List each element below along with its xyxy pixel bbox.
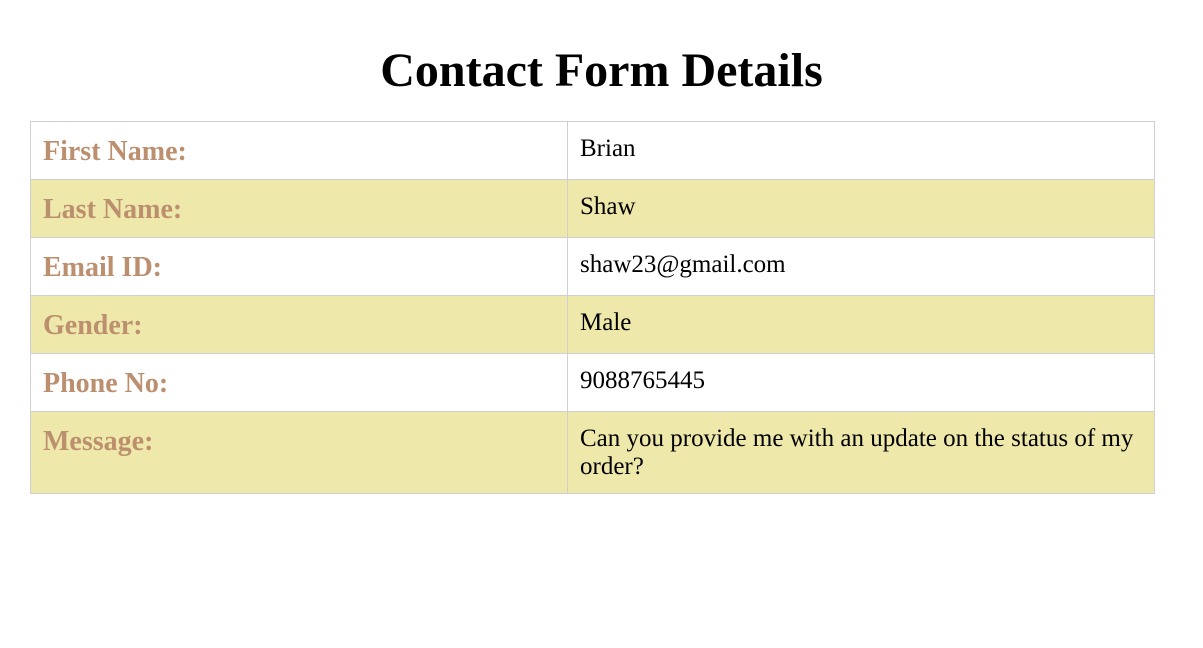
gender-value: Male (567, 295, 1155, 354)
first-name-label: First Name: (30, 121, 568, 180)
table-row-first-name: First Name: Brian (30, 121, 1155, 180)
email-label: Email ID: (30, 237, 568, 296)
first-name-value: Brian (567, 121, 1155, 180)
table-row-email: Email ID: shaw23@gmail.com (30, 237, 1155, 296)
page-title: Contact Form Details (380, 44, 823, 97)
last-name-value: Shaw (567, 179, 1155, 238)
message-label: Message: (30, 411, 568, 494)
phone-label: Phone No: (30, 353, 568, 412)
table-row-message: Message: Can you provide me with an upda… (30, 411, 1155, 494)
contact-details-table: First Name: Brian Last Name: Shaw Email … (30, 121, 1155, 494)
table-row-phone: Phone No: 9088765445 (30, 353, 1155, 412)
email-value: shaw23@gmail.com (567, 237, 1155, 296)
table-row-last-name: Last Name: Shaw (30, 179, 1155, 238)
message-value: Can you provide me with an update on the… (567, 411, 1155, 494)
table-row-gender: Gender: Male (30, 295, 1155, 354)
gender-label: Gender: (30, 295, 568, 354)
phone-value: 9088765445 (567, 353, 1155, 412)
last-name-label: Last Name: (30, 179, 568, 238)
